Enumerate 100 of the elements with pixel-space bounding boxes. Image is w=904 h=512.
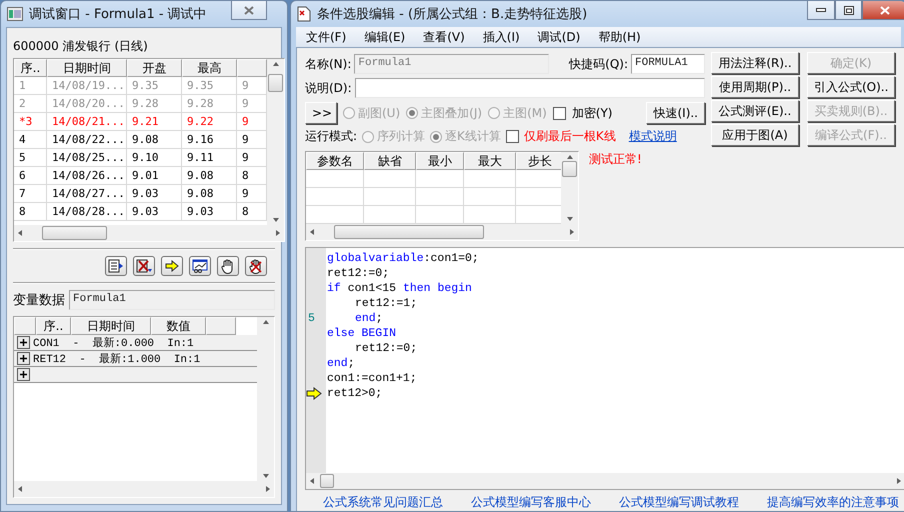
menu-item[interactable]: 文件(F) bbox=[306, 29, 346, 45]
expand-button[interactable]: >> bbox=[305, 102, 337, 124]
horizontal-scrollbar[interactable] bbox=[306, 473, 904, 489]
run-mode-label: 序列计算 bbox=[377, 128, 426, 145]
name-field[interactable]: Formula1 bbox=[354, 54, 550, 74]
table-cell: *3 bbox=[14, 113, 47, 131]
column-header[interactable] bbox=[237, 59, 267, 77]
code-line: con1:=con1+1; bbox=[327, 371, 417, 386]
chart-icon bbox=[192, 259, 208, 273]
action-button[interactable]: 应用于图(A) bbox=[711, 124, 799, 146]
column-header[interactable]: 日期时间 bbox=[47, 59, 127, 77]
help-link[interactable]: 公式模型编写客服中心 bbox=[471, 494, 591, 511]
menu-item[interactable]: 帮助(H) bbox=[598, 29, 641, 45]
table-cell[interactable] bbox=[416, 188, 464, 206]
document-icon bbox=[297, 6, 311, 22]
fast-button[interactable]: 快速(I).. bbox=[646, 102, 705, 124]
hotkey-field[interactable]: FORMULA1 bbox=[631, 54, 705, 74]
expand-button[interactable] bbox=[17, 336, 30, 349]
action-button[interactable]: 公式测评(E).. bbox=[711, 100, 799, 122]
last-bar-checkbox[interactable] bbox=[506, 130, 519, 143]
vertical-scrollbar[interactable] bbox=[561, 152, 578, 224]
close-icon bbox=[880, 6, 890, 14]
description-field[interactable] bbox=[354, 78, 705, 98]
column-header[interactable] bbox=[206, 317, 236, 335]
table-cell[interactable] bbox=[364, 170, 416, 188]
window-title: 调试窗口 - Formula1 - 调试中 bbox=[29, 6, 208, 23]
column-header[interactable]: 序.. bbox=[36, 317, 71, 335]
menu-item[interactable]: 查看(V) bbox=[423, 29, 465, 45]
table-cell: 9.03 bbox=[127, 185, 182, 203]
table-cell[interactable] bbox=[306, 170, 364, 188]
variables-label: 变量数据 bbox=[13, 292, 65, 309]
help-link[interactable]: 公式模型编写调试教程 bbox=[619, 494, 739, 511]
vertical-scrollbar[interactable] bbox=[267, 59, 284, 225]
table-cell[interactable] bbox=[464, 188, 516, 206]
menu-item[interactable]: 调试(D) bbox=[538, 29, 580, 45]
help-link[interactable]: 公式系统常见问题汇总 bbox=[323, 494, 443, 511]
menu-item[interactable]: 插入(I) bbox=[482, 29, 520, 45]
table-cell: 9.21 bbox=[127, 113, 182, 131]
menu-item[interactable]: 编辑(E) bbox=[364, 29, 406, 45]
clear-button[interactable] bbox=[133, 256, 155, 276]
table-cell: 9.08 bbox=[182, 185, 237, 203]
help-link[interactable]: 提高编写效率的注意事项 bbox=[767, 494, 899, 511]
stop-button[interactable] bbox=[217, 256, 239, 276]
column-header[interactable]: 步长 bbox=[516, 152, 561, 170]
plus-icon bbox=[19, 338, 28, 347]
table-cell: 9.08 bbox=[182, 167, 237, 185]
column-header[interactable]: 数值 bbox=[151, 317, 206, 335]
variable-summary: CON1 - 最新:0.000 In:1 bbox=[33, 336, 194, 350]
expand-button[interactable] bbox=[17, 352, 30, 365]
action-button[interactable]: 用法注释(R).. bbox=[711, 52, 799, 74]
close-button[interactable] bbox=[231, 1, 267, 20]
table-cell: 9.03 bbox=[127, 203, 182, 221]
vertical-scrollbar[interactable] bbox=[257, 317, 274, 481]
horizontal-scrollbar[interactable] bbox=[14, 225, 284, 241]
step-button[interactable] bbox=[105, 256, 127, 276]
table-cell: 1 bbox=[14, 77, 47, 95]
chart-type-label: 主图(M) bbox=[503, 104, 547, 122]
table-cell: 9.35 bbox=[127, 77, 182, 95]
horizontal-scrollbar[interactable] bbox=[306, 224, 578, 240]
column-header[interactable]: 缺省 bbox=[364, 152, 416, 170]
window-icon bbox=[7, 7, 23, 21]
code-editor[interactable]: globalvariable:con1=0; ret12:=0; if con1<15 then begin ret12:=1; 5 end; else BEGIN ret12:=0; end; con1:=con1+1; ret12>0; bbox=[305, 247, 904, 490]
line-number: 5 bbox=[307, 312, 315, 325]
column-header[interactable]: 序.. bbox=[14, 59, 47, 77]
chart-type-label: 副图(U) bbox=[358, 104, 400, 122]
column-header[interactable]: 最小 bbox=[416, 152, 464, 170]
window-title: 条件选股编辑 - (所属公式组：B.走势特征选股) bbox=[317, 6, 588, 23]
encrypt-checkbox[interactable] bbox=[552, 106, 566, 120]
table-cell: 2 bbox=[14, 95, 47, 113]
close-icon bbox=[244, 6, 254, 14]
arrow-icon bbox=[165, 260, 179, 272]
horizontal-scrollbar[interactable] bbox=[14, 481, 274, 497]
mode-help-link[interactable]: 模式说明 bbox=[628, 128, 677, 145]
column-header[interactable]: 参数名 bbox=[306, 152, 364, 170]
variable-summary: RET12 - 最新:1.000 In:1 bbox=[33, 352, 200, 366]
table-cell[interactable] bbox=[416, 170, 464, 188]
column-header[interactable]: 最高 bbox=[182, 59, 237, 77]
table-cell[interactable] bbox=[464, 170, 516, 188]
minimize-icon bbox=[816, 8, 826, 12]
table-cell[interactable] bbox=[306, 188, 364, 206]
hotkey-label: 快捷码(Q): bbox=[569, 56, 628, 72]
chart-button[interactable] bbox=[189, 256, 211, 276]
table-cell: 14/08/22... bbox=[47, 131, 127, 149]
column-header[interactable]: 开盘 bbox=[127, 59, 182, 77]
minimize-button[interactable] bbox=[807, 1, 835, 20]
expand-button[interactable] bbox=[17, 368, 30, 381]
table-cell: 9.16 bbox=[182, 131, 237, 149]
cancel-button[interactable] bbox=[245, 256, 267, 276]
description-label: 说明(D): bbox=[305, 80, 352, 96]
maximize-button[interactable] bbox=[835, 1, 862, 20]
formula-field[interactable]: Formula1 bbox=[69, 290, 275, 310]
table-cell: 14/08/27... bbox=[47, 185, 127, 203]
action-button[interactable]: 引入公式(O).. bbox=[807, 76, 895, 98]
next-button[interactable] bbox=[161, 256, 183, 276]
code-line: else BEGIN bbox=[327, 326, 396, 341]
column-header[interactable]: 日期时间 bbox=[71, 317, 151, 335]
table-cell[interactable] bbox=[364, 188, 416, 206]
column-header[interactable]: 最大 bbox=[464, 152, 516, 170]
close-button[interactable] bbox=[862, 1, 904, 20]
action-button[interactable]: 使用周期(P).. bbox=[711, 76, 799, 98]
